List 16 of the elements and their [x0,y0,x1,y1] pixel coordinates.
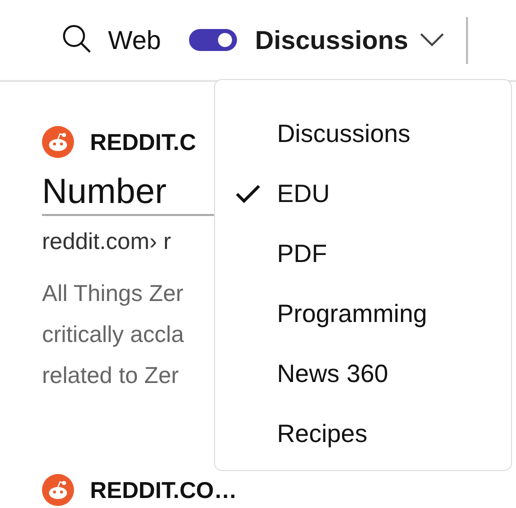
reddit-logo-icon [42,126,74,158]
menu-item[interactable]: Recipes [215,404,511,464]
reddit-logo-icon [42,474,74,506]
site-name: REDDIT.C [90,128,196,156]
menu-item[interactable]: Programming [215,284,511,344]
menu-item[interactable]: EDU [215,164,511,224]
result-url: reddit.com› r [42,228,172,255]
menu-item[interactable]: News 360 [215,344,511,404]
result-snippet: All Things Zer critically accla related to Zer [42,279,185,390]
chevron-down-icon [420,33,444,47]
web-search-button[interactable]: Web [62,24,161,56]
menu-item[interactable]: PDF [215,224,511,284]
site-name: REDDIT.CO… [90,476,237,504]
menu-item[interactable]: Discussions [215,104,511,164]
vertical-dropdown[interactable]: Discussions [255,24,444,56]
toggle-switch[interactable] [189,29,237,51]
